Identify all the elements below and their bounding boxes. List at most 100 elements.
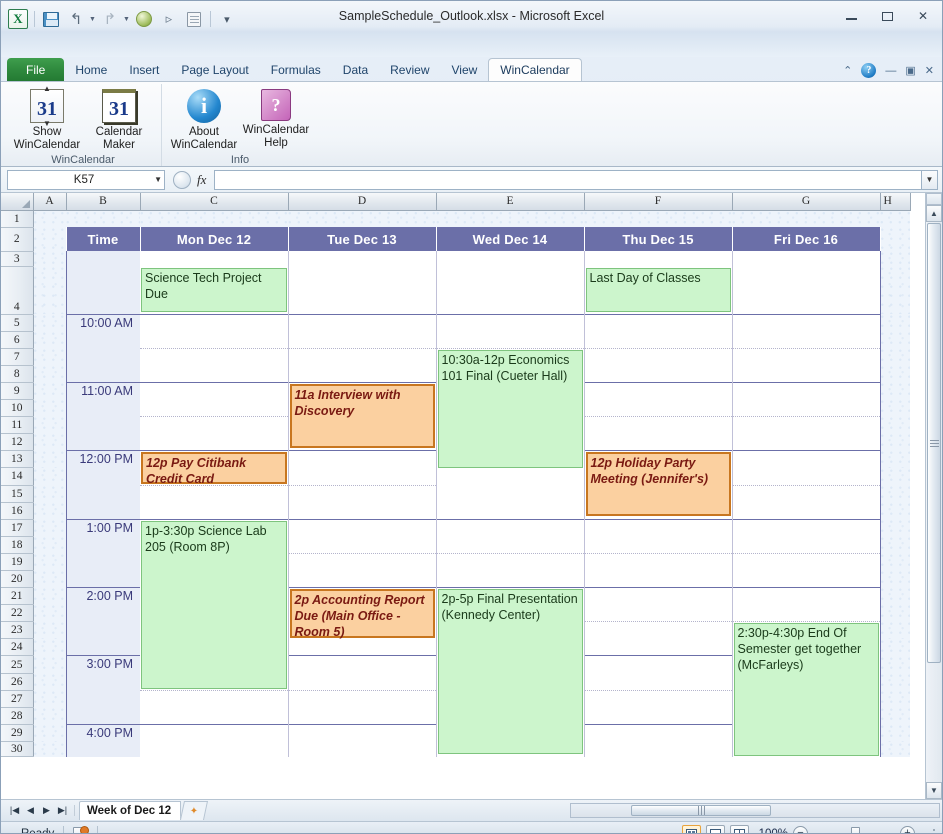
column-header-f[interactable]: F [584, 193, 733, 211]
cell-h10[interactable] [880, 399, 910, 416]
event-science-lab-205[interactable]: 1p-3:30p Science Lab 205 (Room 8P) [141, 520, 287, 689]
slot-fri-1100[interactable] [732, 381, 881, 399]
row-header-23[interactable]: 23 [1, 621, 34, 640]
slot-thu-1145[interactable] [584, 433, 733, 450]
tab-review[interactable]: Review [379, 59, 440, 81]
slot-thu-1015[interactable] [584, 331, 733, 348]
cell-h23[interactable] [880, 621, 910, 639]
row-header-20[interactable]: 20 [1, 570, 34, 588]
slot-fri-1015[interactable] [732, 331, 881, 348]
cell-e1[interactable] [436, 210, 584, 227]
row-header-6[interactable]: 6 [1, 331, 34, 349]
row-header-7[interactable]: 7 [1, 348, 34, 366]
event-accounting-report-due[interactable]: 2p Accounting Report Due (Main Office - … [289, 588, 435, 639]
doc-minimize-icon[interactable]: — [885, 65, 896, 77]
allday-event-mon-cell[interactable]: Science Tech Project Due [140, 266, 289, 314]
cell-a24[interactable] [33, 639, 66, 656]
cell-a2[interactable] [33, 227, 66, 251]
timecol-blank[interactable] [65, 251, 140, 266]
cell-h13[interactable] [880, 450, 910, 468]
cell-h6[interactable] [880, 331, 910, 348]
slot-wed-1300[interactable] [436, 518, 585, 536]
cell-h12[interactable] [880, 433, 910, 450]
scroll-down-icon[interactable]: ▼ [926, 782, 942, 799]
cell-a8[interactable] [33, 365, 66, 382]
cell-a23[interactable] [33, 621, 66, 639]
slot-mon-1600[interactable] [140, 723, 289, 742]
column-header-a[interactable]: A [33, 193, 67, 211]
cell-h16[interactable] [880, 502, 910, 519]
slot-wed-1330[interactable] [436, 552, 585, 570]
column-header-e[interactable]: E [436, 193, 585, 211]
cell-a21[interactable] [33, 587, 66, 604]
nav-last-sheet-icon[interactable]: ▶| [56, 805, 69, 816]
event-economics-101-final[interactable]: 10:30a-12p Economics 101 Final (Cueter H… [437, 349, 583, 468]
cell-a17[interactable] [33, 519, 66, 536]
slot-fri-1200[interactable] [732, 449, 881, 468]
cell-a15[interactable] [33, 485, 66, 502]
slot-tue-1515[interactable] [288, 673, 437, 691]
slot-thu-1100[interactable] [584, 381, 733, 399]
slot-mon-1245[interactable] [140, 502, 289, 519]
slot-mon-1045[interactable] [140, 365, 289, 382]
column-header-g[interactable]: G [732, 193, 881, 211]
cell-a26[interactable] [33, 673, 66, 690]
slot-fri-1345[interactable] [732, 570, 881, 587]
window-resize-grip[interactable] [924, 827, 936, 833]
cell-a1[interactable] [33, 210, 66, 227]
cell-h3[interactable] [880, 251, 910, 266]
time-label-2pm[interactable]: 2:00 PM [65, 586, 140, 656]
slot-tue-1245[interactable] [288, 502, 437, 519]
slot-tue-1545[interactable] [288, 707, 437, 725]
row-header-12[interactable]: 12 [1, 433, 34, 451]
row-header-16[interactable]: 16 [1, 502, 34, 520]
cell-a22[interactable] [33, 604, 66, 621]
collapse-ribbon-icon[interactable]: ⌃ [843, 64, 852, 77]
cell-h28[interactable] [880, 707, 910, 724]
row-header-13[interactable]: 13 [1, 450, 34, 468]
cell-h15[interactable] [880, 485, 910, 502]
cell-a7[interactable] [33, 348, 66, 365]
nav-next-sheet-icon[interactable]: ▶ [40, 805, 53, 816]
slot-mon-1230[interactable] [140, 484, 289, 502]
row-header-11[interactable]: 11 [1, 416, 34, 434]
cell-tue-blank[interactable] [288, 251, 437, 266]
cell-h26[interactable] [880, 673, 910, 690]
slot-thu-1130[interactable] [584, 415, 733, 433]
slot-mon-1200[interactable]: 12p Pay Citibank Credit Card [140, 449, 289, 486]
time-label-1pm[interactable]: 1:00 PM [65, 518, 140, 587]
slot-fri-1415[interactable] [732, 604, 881, 622]
row-header-22[interactable]: 22 [1, 604, 34, 622]
slot-thu-1000[interactable] [584, 313, 733, 331]
allday-event-fri-cell[interactable] [732, 266, 881, 314]
chevron-down-icon[interactable]: ▼ [154, 175, 162, 184]
cell-a14[interactable] [33, 468, 66, 486]
cell-a13[interactable] [33, 450, 66, 468]
row-header-26[interactable]: 26 [1, 673, 34, 691]
cancel-enter-icon[interactable] [173, 170, 191, 189]
cell-a27[interactable] [33, 690, 66, 707]
record-macro-icon[interactable] [73, 825, 90, 833]
slot-fri-1230[interactable] [732, 484, 881, 502]
slot-thu-1345[interactable] [584, 570, 733, 587]
slot-tue-1500[interactable] [288, 655, 437, 674]
slot-fri-1030[interactable] [732, 347, 881, 365]
slot-wed-1030[interactable]: 10:30a-12p Economics 101 Final (Cueter H… [436, 347, 585, 519]
row-header-4[interactable]: 4 [1, 266, 34, 315]
slot-mon-1030[interactable] [140, 347, 289, 365]
slot-thu-1530[interactable] [584, 689, 733, 708]
cell-h14[interactable] [880, 468, 910, 486]
tab-file[interactable]: File [7, 58, 65, 81]
page-break-view-button[interactable] [730, 825, 749, 833]
row-header-17[interactable]: 17 [1, 519, 34, 537]
slot-wed-1400[interactable]: 2p-5p Final Presentation (Kennedy Center… [436, 586, 585, 757]
cell-a12[interactable] [33, 433, 66, 450]
tab-view[interactable]: View [441, 59, 489, 81]
doc-restore-icon[interactable]: ▣ [905, 64, 915, 77]
cell-h25[interactable] [880, 656, 910, 674]
slot-thu-1200[interactable]: 12p Holiday Party Meeting (Jennifer's) [584, 449, 733, 519]
window-restore-icon[interactable] [876, 7, 898, 25]
slot-tue-1445[interactable] [288, 638, 437, 656]
cell-h5[interactable] [880, 314, 910, 331]
slot-fri-1045[interactable] [732, 365, 881, 382]
